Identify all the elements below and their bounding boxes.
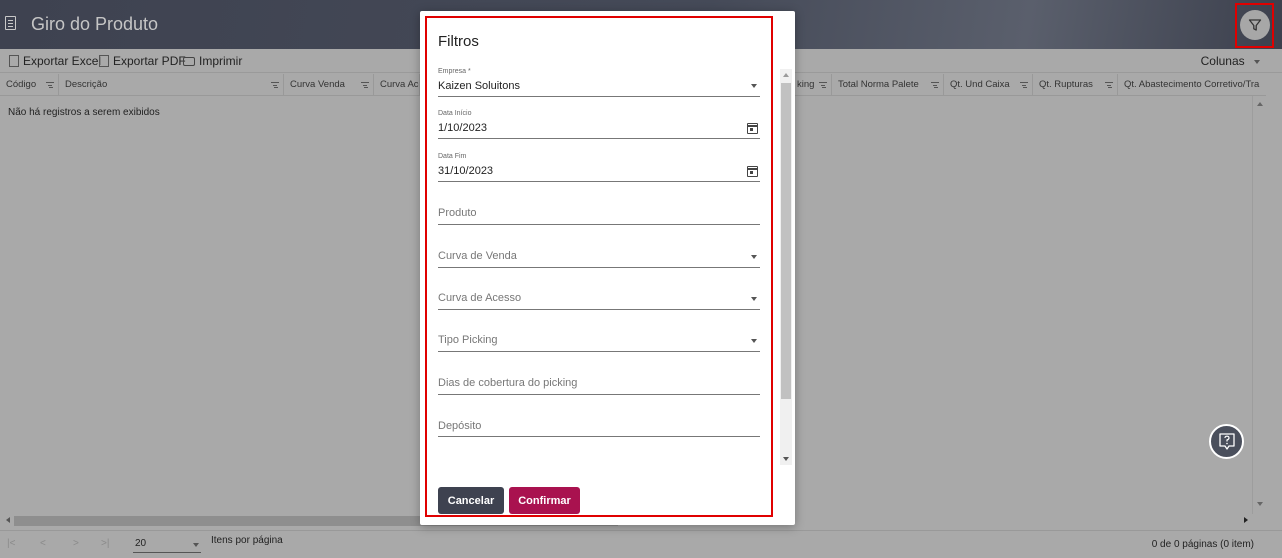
scroll-left-icon[interactable] [6, 517, 10, 523]
column-header-total-norma-palete[interactable]: Total Norma Palete [832, 74, 944, 96]
excel-icon [9, 55, 19, 67]
first-page-button[interactable]: |< [7, 538, 15, 549]
deposito-field[interactable]: Depósito [438, 417, 760, 437]
column-header-curva-venda[interactable]: Curva Venda [284, 74, 374, 96]
scroll-up-icon[interactable] [1257, 102, 1263, 106]
chevron-down-icon [751, 255, 757, 259]
chevron-down-icon [751, 84, 757, 88]
chevron-down-icon [751, 297, 757, 301]
curva-acesso-placeholder: Curva de Acesso [438, 292, 522, 304]
confirm-button[interactable]: Confirmar [509, 487, 580, 514]
help-icon [1218, 432, 1235, 450]
calendar-icon[interactable] [747, 123, 758, 134]
scroll-down-icon[interactable] [783, 457, 789, 461]
export-pdf-button[interactable]: Exportar PDF [99, 54, 186, 68]
column-header-picking[interactable]: king [795, 74, 832, 96]
empresa-value: Kaizen Soluitons [438, 80, 520, 92]
dias-cobertura-placeholder: Dias de cobertura do picking [438, 377, 578, 389]
chevron-down-icon [193, 543, 199, 547]
deposito-placeholder: Depósito [438, 420, 482, 432]
next-page-button[interactable]: > [73, 538, 79, 549]
scroll-right-icon[interactable] [1244, 517, 1248, 523]
cancel-button[interactable]: Cancelar [438, 487, 504, 514]
filter-button[interactable] [1240, 10, 1270, 40]
curva-venda-placeholder: Curva de Venda [438, 250, 517, 262]
column-header-descricao[interactable]: Descrição [59, 74, 284, 96]
export-pdf-label: Exportar PDF [113, 54, 186, 68]
pager-info: 0 de 0 páginas (0 item) [1151, 539, 1254, 550]
export-excel-button[interactable]: Exportar Excel [9, 54, 101, 68]
filter-icon[interactable] [931, 82, 939, 88]
chevron-down-icon [1254, 59, 1260, 64]
tipo-picking-select[interactable]: Tipo Picking [438, 333, 760, 352]
filter-icon[interactable] [1105, 82, 1113, 88]
curva-venda-select[interactable]: Curva de Venda [438, 249, 760, 268]
export-excel-label: Exportar Excel [23, 54, 102, 68]
column-header-codigo[interactable]: Código [0, 74, 59, 96]
data-fim-value: 31/10/2023 [438, 165, 494, 177]
page-size-value: 20 [135, 538, 147, 549]
calendar-icon[interactable] [747, 166, 758, 177]
page-title: Giro do Produto [31, 14, 159, 34]
data-inicio-field[interactable]: Data Início 1/10/2023 [438, 109, 760, 139]
column-header-qt-rupturas[interactable]: Qt. Rupturas [1033, 74, 1118, 96]
filter-icon[interactable] [271, 82, 279, 88]
column-header-qt-und-caixa[interactable]: Qt. Und Caixa [944, 74, 1033, 96]
dialog-title: Filtros [438, 33, 479, 50]
empresa-label: Empresa * [438, 68, 471, 75]
data-fim-field[interactable]: Data Fim 31/10/2023 [438, 152, 760, 182]
dialog-scrollbar[interactable] [780, 69, 792, 465]
chevron-down-icon [751, 339, 757, 343]
last-page-button[interactable]: >| [101, 538, 109, 549]
column-header-curva-acesso[interactable]: Curva Ace [374, 74, 420, 96]
filter-icon[interactable] [361, 82, 369, 88]
print-icon [183, 56, 195, 66]
help-button[interactable] [1209, 424, 1244, 459]
page-size-select[interactable]: 20 [133, 537, 201, 553]
filter-icon[interactable] [1020, 82, 1028, 88]
scroll-up-icon[interactable] [783, 73, 789, 77]
print-label: Imprimir [199, 54, 243, 68]
empty-grid-message: Não há registros a serem exibidos [8, 107, 160, 118]
tipo-picking-placeholder: Tipo Picking [438, 334, 498, 346]
data-fim-label: Data Fim [438, 153, 467, 160]
column-header-qt-abastecimento[interactable]: Qt. Abastecimento Corretivo/Tra [1118, 74, 1266, 96]
filters-dialog: Filtros Empresa * Kaizen Soluitons Data … [420, 11, 795, 525]
print-button[interactable]: Imprimir [183, 54, 242, 68]
page-size-label: Itens por página [211, 535, 283, 546]
document-icon [5, 16, 16, 30]
produto-field[interactable]: Produto [438, 205, 760, 225]
columns-button[interactable]: Colunas [1201, 54, 1260, 68]
empresa-select[interactable]: Empresa * Kaizen Soluitons [438, 67, 760, 97]
data-inicio-value: 1/10/2023 [438, 122, 487, 134]
curva-acesso-select[interactable]: Curva de Acesso [438, 291, 760, 310]
filter-icon[interactable] [46, 82, 54, 88]
produto-placeholder: Produto [438, 207, 477, 219]
scroll-down-icon[interactable] [1257, 502, 1263, 506]
columns-label: Colunas [1200, 54, 1245, 68]
filter-icon [1248, 19, 1262, 31]
filter-button-highlight [1235, 3, 1274, 48]
data-inicio-label: Data Início [438, 110, 472, 117]
dialog-scrollbar-thumb[interactable] [781, 83, 791, 399]
prev-page-button[interactable]: < [40, 538, 46, 549]
filter-icon[interactable] [819, 82, 827, 88]
dias-cobertura-field[interactable]: Dias de cobertura do picking [438, 375, 760, 395]
pager: |< < > >| 20 Itens por página 0 de 0 pág… [0, 530, 1282, 558]
pdf-icon [99, 55, 109, 67]
grid-vertical-scrollbar[interactable] [1252, 96, 1266, 514]
